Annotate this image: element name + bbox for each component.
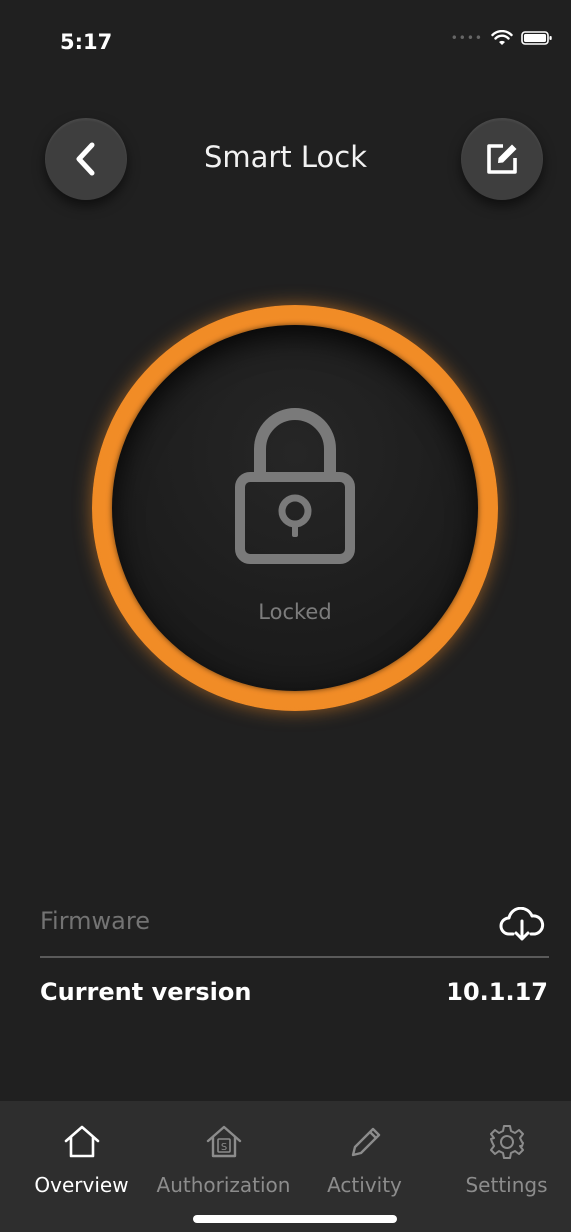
status-bar: 5:17 •••• (0, 0, 571, 80)
current-version-label: Current version (40, 978, 252, 1006)
status-time: 5:17 (60, 30, 113, 54)
tab-bar: Overview S Authorization Activity Settin… (0, 1101, 571, 1232)
lock-button-face: Locked (112, 325, 478, 691)
tab-label-activity: Activity (327, 1173, 402, 1197)
lock-toggle-button[interactable]: Locked (92, 305, 498, 711)
tab-authorization[interactable]: S Authorization (152, 1101, 295, 1211)
status-icons: •••• (451, 30, 553, 46)
tab-overview[interactable]: Overview (10, 1101, 153, 1211)
tab-label-overview: Overview (34, 1173, 129, 1197)
edit-button[interactable] (461, 118, 543, 200)
pencil-icon (351, 1127, 380, 1157)
svg-text:S: S (220, 1142, 226, 1153)
padlock-icon (235, 408, 355, 564)
current-version-value: 10.1.17 (446, 978, 548, 1006)
cloud-download-icon[interactable] (499, 907, 545, 941)
signal-icon: •••• (450, 31, 483, 45)
edit-icon (487, 144, 517, 174)
firmware-section-header: Firmware (40, 907, 545, 957)
home-indicator (193, 1215, 397, 1223)
divider (40, 956, 549, 958)
tab-settings[interactable]: Settings (435, 1101, 571, 1211)
gear-icon (489, 1125, 524, 1159)
home-icon (64, 1125, 99, 1158)
wifi-icon (491, 30, 513, 45)
tab-label-authorization: Authorization (156, 1173, 291, 1197)
lock-state-label: Locked (258, 600, 332, 624)
authorization-house-icon: S (206, 1125, 241, 1158)
tab-activity[interactable]: Activity (293, 1101, 436, 1211)
firmware-title: Firmware (40, 907, 150, 935)
tab-label-settings: Settings (465, 1173, 548, 1197)
battery-icon (521, 31, 552, 45)
